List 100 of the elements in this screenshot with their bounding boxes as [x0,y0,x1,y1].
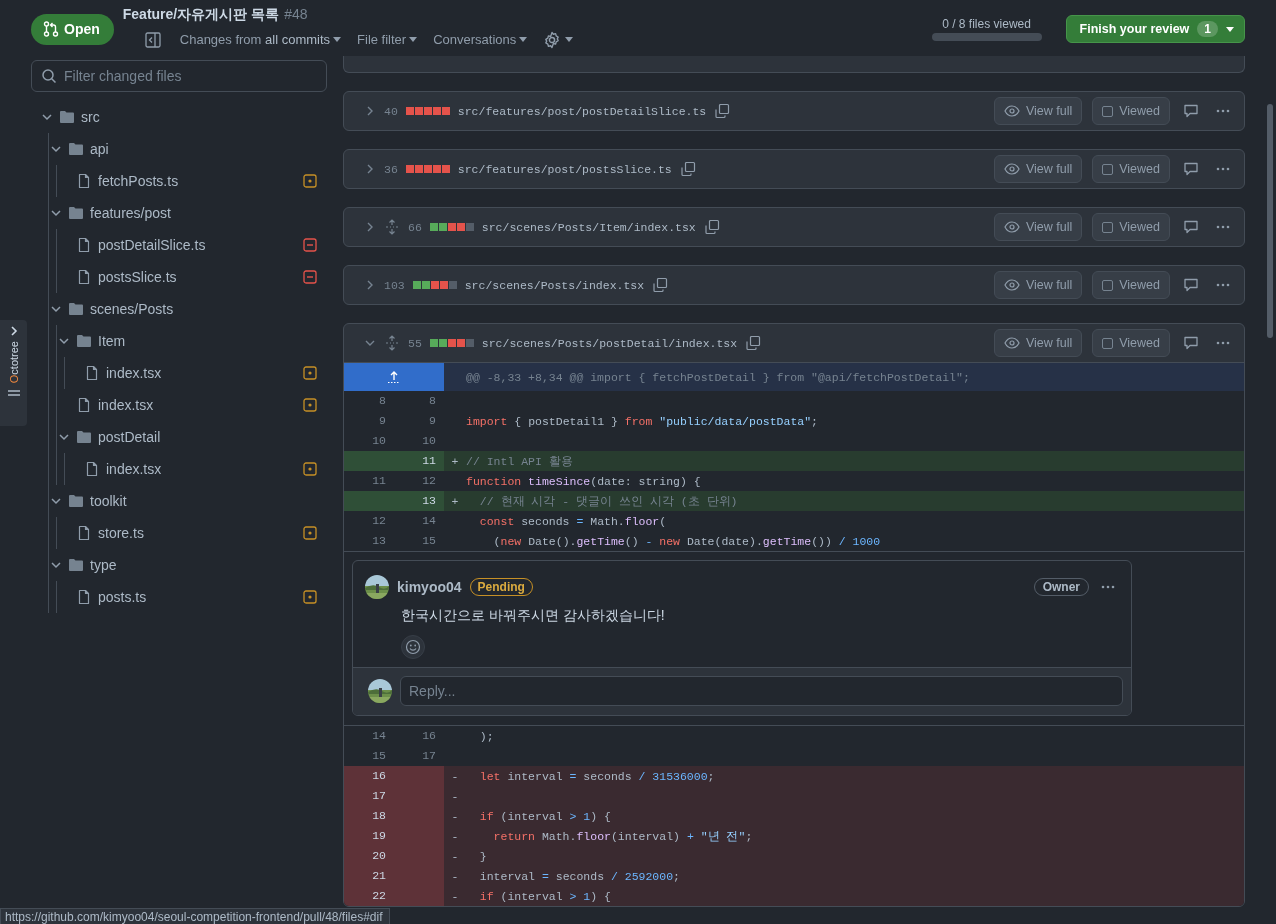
viewed-checkbox[interactable]: Viewed [1092,97,1170,125]
chevron-down-icon[interactable] [50,143,62,155]
chevron-down-icon[interactable] [41,111,53,123]
caret-icon[interactable] [565,37,574,42]
chevron-down-icon[interactable] [50,559,62,571]
scrollbar-thumb[interactable] [1267,104,1273,338]
code-line: if (interval > 1) { [478,889,612,903]
filter-field[interactable]: Filter changed files [31,60,327,92]
file-name[interactable]: posts.ts [98,589,147,605]
search-icon [41,68,57,84]
copy-icon[interactable] [703,219,720,235]
view-full-button[interactable]: View full [993,329,1083,357]
comment-icon[interactable] [1183,103,1199,119]
line-number: 16 [344,766,394,786]
viewed-checkbox[interactable]: Viewed [1092,271,1170,299]
file-name[interactable]: postsSlice.ts [98,269,177,285]
line-number: 9 [378,413,387,429]
file-name[interactable]: postDetailSlice.ts [98,237,206,253]
line-number: 12 [421,473,437,489]
comment-author[interactable]: kimyoo04 [397,579,462,595]
copy-icon[interactable] [745,335,762,351]
sidebar-toggle-icon[interactable] [144,31,161,48]
viewed-checkbox[interactable]: Viewed [1092,213,1170,241]
code-line: (new Date().getTime() - new Date(date).getTime()) / 1000 [492,534,882,548]
chevron-down-icon[interactable] [50,207,62,219]
viewed-checkbox[interactable]: Viewed [1092,329,1170,357]
file-name[interactable]: index.tsx [106,365,162,381]
toolbar-menu[interactable]: Conversations [433,32,528,47]
eye-icon [1003,161,1020,177]
folder-name[interactable]: toolkit [90,493,127,509]
review-count: 1 [1197,21,1218,37]
comment-icon[interactable] [1183,335,1199,351]
file-modified-icon [303,174,317,188]
line-number: 9 [428,413,437,429]
diff-sign: + [450,454,460,468]
caret-icon[interactable] [409,37,418,42]
copy-icon[interactable] [679,161,696,177]
viewed-checkbox[interactable]: Viewed [1092,155,1170,183]
file-name[interactable]: index.tsx [106,461,162,477]
view-full-button[interactable]: View full [993,97,1083,125]
file-removed-icon [303,270,317,284]
folder-name[interactable]: scenes/Posts [90,301,174,317]
file-name[interactable]: index.tsx [98,397,154,413]
line-number-gutter [344,491,394,511]
folder-icon [68,557,84,573]
eye-icon [1003,219,1020,235]
diff-sign: - [450,849,460,863]
line-number: 16 [421,728,437,744]
toolbar-menu[interactable]: Changes from all commits [179,32,342,47]
folder-name[interactable]: api [90,141,109,157]
folder-name[interactable]: type [90,557,117,573]
caret-icon[interactable] [333,37,342,42]
chevron-down-icon[interactable] [50,303,62,315]
file-icon [76,525,92,541]
file-name[interactable]: store.ts [98,525,144,541]
expand-icon[interactable] [384,219,400,235]
pull-request-icon [43,21,59,37]
caret-icon[interactable] [519,37,528,42]
file-icon [84,461,100,477]
code-line: if (interval > 1) { [478,809,612,823]
chevron-down-icon[interactable] [58,335,70,347]
folder-name[interactable]: features/post [90,205,171,221]
comment-icon[interactable] [1183,219,1199,235]
toolbar-menu[interactable]: File filter [357,32,418,47]
code-line: } [478,849,488,863]
view-full-button[interactable]: View full [993,155,1083,183]
copy-icon[interactable] [652,277,669,293]
change-count: 103 [384,278,405,292]
view-full-button[interactable]: View full [993,213,1083,241]
expand-icon[interactable] [384,335,400,351]
file-name[interactable]: fetchPosts.ts [98,173,179,189]
line-number: 18 [344,806,394,826]
code-line: ); [478,729,495,743]
settings-icon[interactable] [543,30,562,49]
folder-name[interactable]: Item [98,333,126,349]
folder-icon [68,141,84,157]
copy-icon[interactable] [714,103,731,119]
change-count: 36 [384,162,398,176]
reaction-button[interactable] [401,635,425,659]
folder-name[interactable]: postDetail [98,429,161,445]
chevron-down-icon[interactable] [50,495,62,507]
line-number: 14 [421,513,437,529]
diff-sign: - [450,789,460,803]
change-count: 66 [408,220,422,234]
reply-field[interactable]: Reply... [400,676,1123,706]
chevron-right-icon[interactable] [8,326,19,336]
comment-icon[interactable] [1183,277,1199,293]
view-full-button[interactable]: View full [993,271,1083,299]
change-count: 40 [384,104,398,118]
file-icon [76,237,92,253]
finish-review-button[interactable]: Finish your review 1 [1065,15,1245,43]
octotree-tab[interactable]: Octotree [0,320,27,426]
diff-sign: - [450,869,460,883]
chevron-down-icon[interactable] [58,431,70,443]
code-line: interval = seconds / 2592000; [478,869,681,883]
line-number: 8 [378,393,387,409]
folder-name[interactable]: src [81,109,100,125]
menu-icon[interactable] [7,388,20,399]
line-number: 14 [371,728,387,744]
comment-icon[interactable] [1183,161,1199,177]
